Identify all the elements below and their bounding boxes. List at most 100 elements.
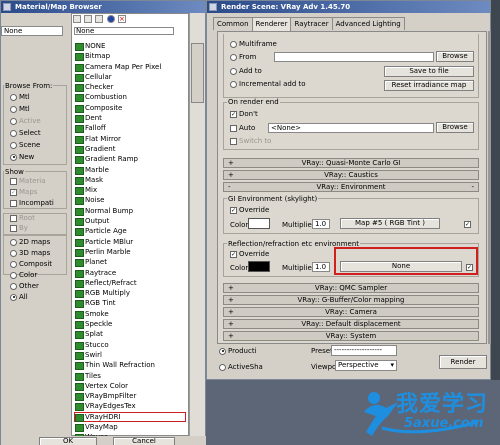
map-list-item[interactable]: Particle Age — [74, 226, 186, 237]
gi-color-swatch[interactable] — [248, 218, 270, 229]
map-list-item[interactable]: Mix — [74, 185, 186, 196]
by-object-checkbox[interactable]: By — [10, 224, 28, 232]
viewport-dropdown[interactable]: Perspective ▾ — [335, 360, 397, 371]
map-list-item[interactable]: Speckle — [74, 319, 186, 330]
tab-raytracer[interactable]: Raytracer — [290, 17, 333, 30]
view-large-icons-icon[interactable] — [106, 15, 115, 23]
tab-renderer[interactable]: Renderer — [251, 17, 292, 31]
map-type-compositors[interactable]: Composit — [10, 260, 52, 268]
scrollbar-thumb[interactable] — [191, 43, 204, 103]
map-list-item[interactable]: VRayBmpFilter — [74, 391, 186, 402]
view-list-icons-icon[interactable] — [84, 15, 93, 23]
rollout-caustics[interactable]: + VRay:: Caustics — [223, 170, 479, 180]
map-list-item[interactable]: Raytrace — [74, 268, 186, 278]
browse-from-new[interactable]: New — [10, 153, 34, 161]
reflection-override-checkbox[interactable]: ✓ Override — [230, 250, 269, 258]
reset-irradiance-map-button[interactable]: Reset irradiance map — [384, 80, 474, 91]
preset-dropdown[interactable]: ------------------- — [331, 345, 397, 356]
map-list-item[interactable]: NONE — [74, 41, 186, 52]
tab-advanced-lighting[interactable]: Advanced Lighting — [331, 17, 405, 30]
dont-delete-checkbox[interactable]: ✓ Don't — [230, 110, 258, 118]
rollout-qmc-gi[interactable]: + VRay:: Quasi-Monte Carlo GI — [223, 158, 479, 168]
add-to-radio[interactable]: Add to — [230, 67, 262, 75]
map-type-other[interactable]: Other — [10, 282, 39, 290]
map-list-item[interactable]: Falloff — [74, 123, 186, 134]
reflection-multiplier-spinner[interactable]: 1.0 — [312, 262, 330, 272]
map-list-item[interactable]: Perlin Marble — [74, 247, 186, 258]
map-list-item[interactable]: VRayHDRI — [74, 411, 186, 422]
incremental-radio[interactable]: Incremental add to — [230, 80, 306, 88]
map-list-item[interactable]: Particle MBlur — [74, 237, 186, 247]
root-only-checkbox[interactable]: Root — [10, 214, 35, 222]
browse-from-mtl-library[interactable]: Mtl — [10, 93, 30, 101]
map-list-scrollbar[interactable] — [189, 13, 205, 436]
from-file-radio[interactable]: From — [230, 53, 256, 61]
rollout-qmc-sampler[interactable]: + VRay:: QMC Sampler — [223, 283, 479, 293]
map-list-item[interactable]: RGB Tint — [74, 298, 186, 309]
map-type-color-mods[interactable]: Color — [10, 271, 37, 279]
gi-map-checkbox[interactable]: ✓ — [464, 220, 473, 228]
map-list-item[interactable]: Camera Map Per Pixel — [74, 62, 186, 72]
view-small-icons-icon[interactable] — [95, 15, 104, 23]
map-list-item[interactable]: Swirl — [74, 350, 186, 361]
gi-override-checkbox[interactable]: ✓ Override — [230, 206, 269, 214]
multiframe-radio[interactable]: Multiframe — [230, 40, 277, 48]
map-list-item[interactable]: Composite — [74, 103, 186, 114]
activeshade-radio[interactable]: ActiveSha — [219, 363, 263, 371]
filter-field[interactable]: None — [74, 27, 174, 35]
map-list-item[interactable]: Mask — [74, 175, 186, 186]
map-list-item[interactable]: Noise — [74, 195, 186, 206]
map-list-item[interactable]: Splat — [74, 329, 186, 340]
map-list-item[interactable]: VRayMap — [74, 422, 186, 433]
auto-save-browse-button[interactable]: Browse — [436, 122, 474, 133]
map-list-item[interactable]: Cellular — [74, 72, 186, 83]
map-list-item[interactable]: RGB Multiply — [74, 288, 186, 299]
map-list-item[interactable]: Normal Bump — [74, 206, 186, 217]
map-list-item[interactable]: Planet — [74, 257, 186, 268]
render-button[interactable]: Render — [439, 355, 487, 369]
production-radio[interactable]: Producti — [219, 347, 257, 355]
browse-from-selected[interactable]: Select — [10, 129, 41, 137]
browse-from-active-slot[interactable]: Active — [10, 117, 41, 125]
map-list-item[interactable]: Tiles — [74, 371, 186, 381]
delete-icon[interactable]: × — [117, 15, 126, 23]
rollout-displacement[interactable]: + VRay:: Default displacement — [223, 319, 479, 329]
map-list-item[interactable]: Marble — [74, 165, 186, 175]
show-materials-checkbox[interactable]: Materia — [10, 177, 46, 185]
tab-common[interactable]: Common — [213, 17, 253, 30]
gi-multiplier-spinner[interactable]: 1.0 — [312, 219, 330, 229]
map-list-item[interactable]: Combustion — [74, 92, 186, 103]
view-list-icon[interactable] — [73, 15, 81, 23]
map-list-item[interactable]: Thin Wall Refraction — [74, 360, 186, 371]
irradiance-browse-button[interactable]: Browse — [436, 51, 474, 62]
map-list-item[interactable]: Vertex Color — [74, 381, 186, 392]
rollout-system[interactable]: + VRay:: System — [223, 331, 479, 341]
map-type-3d[interactable]: 3D maps — [10, 249, 50, 257]
map-list-item[interactable]: Checker — [74, 82, 186, 93]
ok-button[interactable]: OK — [39, 437, 97, 445]
map-list-item[interactable]: Smoke — [74, 309, 186, 320]
name-field[interactable]: None — [1, 26, 63, 36]
cancel-button[interactable]: Cancel — [113, 437, 175, 445]
rollout-environment[interactable]: - VRay:: Environment - — [223, 182, 479, 192]
auto-save-path-field[interactable]: <None> — [268, 123, 434, 133]
map-list-item[interactable]: Gradient Ramp — [74, 154, 186, 165]
map-type-2d[interactable]: 2D maps — [10, 238, 50, 246]
reflection-color-swatch[interactable] — [248, 261, 270, 272]
map-list-item[interactable]: Reflect/Refract — [74, 278, 186, 289]
rollout-gbuffer[interactable]: + VRay:: G-Buffer/Color mapping — [223, 295, 479, 305]
auto-save-checkbox[interactable]: Auto — [230, 124, 255, 132]
irradiance-file-field[interactable] — [274, 52, 434, 62]
map-list-item[interactable]: VRayEdgesTex — [74, 401, 186, 412]
map-list-item[interactable]: Dent — [74, 113, 186, 124]
map-type-all[interactable]: All — [10, 293, 28, 301]
map-list-item[interactable]: Output — [74, 216, 186, 227]
map-list-item[interactable]: Gradient — [74, 144, 186, 155]
rollout-camera[interactable]: + VRay:: Camera — [223, 307, 479, 317]
switch-to-saved-checkbox[interactable]: Switch to — [230, 137, 271, 145]
save-to-file-button[interactable]: Save to file — [384, 66, 474, 77]
show-incompatible-checkbox[interactable]: Incompati — [10, 199, 54, 207]
gi-map-button[interactable]: Map #5 ( RGB Tint ) — [340, 218, 440, 229]
map-list-item[interactable]: Bitmap — [74, 51, 186, 62]
browse-from-mtl-editor[interactable]: Mtl — [10, 105, 30, 113]
